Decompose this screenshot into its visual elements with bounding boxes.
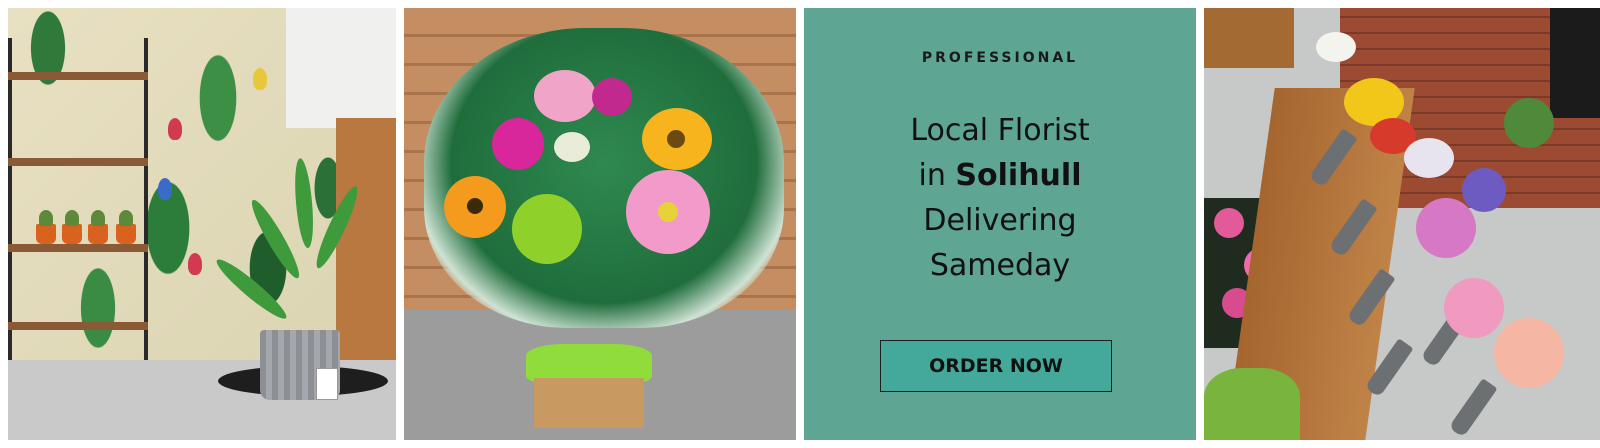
parrot-decoration [158,178,172,200]
wood-panel [1204,8,1294,68]
shelf [8,158,148,166]
flower-center [667,130,685,148]
window [1550,8,1600,118]
promo-panel: PROFESSIONAL Local Florist in Solihull D… [804,8,1196,440]
potted-plant [62,210,82,244]
green-chrysanthemum [512,194,582,264]
headline-line: Delivering [923,203,1077,238]
flower-stand-photo [1204,8,1600,440]
shelf [8,322,148,330]
white-lilies [1404,138,1454,178]
carnation [492,118,544,170]
potted-plant [88,210,108,244]
pink-carnations [1444,278,1504,338]
headline-line: Local Florist [910,113,1090,148]
green-foliage [1504,98,1554,148]
parrot-decoration [188,253,202,275]
potted-plant [116,210,136,244]
pink-rose [534,70,596,122]
flower-center [658,202,678,222]
headline-line: Sameday [929,248,1071,283]
green-hedge [1204,368,1300,440]
white-flowers [1316,32,1356,62]
headline-prefix: in [918,158,956,193]
gift-box [534,378,644,428]
pink-flowers [1214,208,1244,238]
shelf [8,72,148,80]
astrantia [554,132,590,162]
purple-chrysanthemum [1416,198,1476,258]
parrot-decoration [253,68,267,90]
eyebrow-text: PROFESSIONAL [921,50,1079,66]
pink-gerberas [1494,318,1564,388]
shelf [8,244,148,252]
potted-plant [36,210,56,244]
carnation [592,78,632,116]
parrot-decoration [168,118,182,140]
headline-line: in Solihull [804,153,1196,198]
shop-interior-photo [8,8,396,440]
hero-banner: PROFESSIONAL Local Florist in Solihull D… [0,0,1600,448]
order-now-button[interactable]: ORDER NOW [880,340,1112,392]
price-tag [316,368,338,400]
white-wall [286,8,396,128]
location-name: Solihull [955,158,1082,193]
bouquet-photo [404,8,796,440]
headline: Local Florist in Solihull Delivering Sam… [804,108,1196,288]
purple-flowers [1462,168,1506,212]
flower-center [467,198,483,214]
